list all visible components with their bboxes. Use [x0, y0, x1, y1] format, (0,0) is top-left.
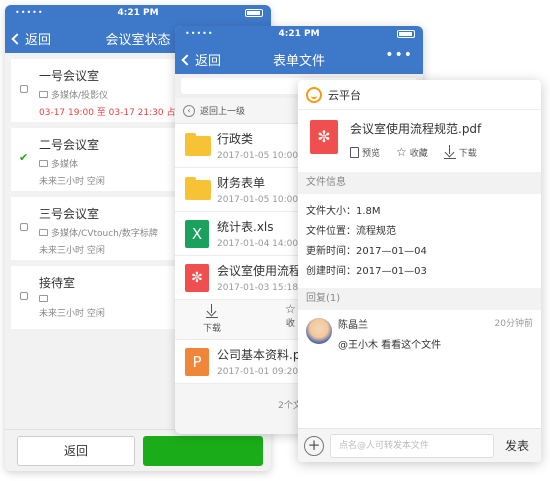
reply-item[interactable]: 陈晶兰 20分钟前 @王小木 看看这个文件	[298, 310, 541, 356]
status-bar: ••••• 4:21 PM	[5, 5, 271, 21]
tv-icon	[39, 160, 48, 167]
tv-icon	[39, 91, 48, 98]
comment-composer: + 点名@人可转发本文件 发表	[298, 428, 541, 462]
collect-label: 收藏	[409, 148, 428, 159]
folder-icon	[185, 133, 211, 156]
status-bar: ••••• 4:21 PM	[175, 26, 423, 42]
info-location: 文件位置：流程规范	[306, 226, 396, 237]
reply-time: 20分钟前	[494, 319, 533, 329]
excel-icon: X	[185, 220, 209, 248]
file-summary: ✼ 会议室使用流程规范.pdf 预览 ☆ 收藏 下载	[298, 110, 541, 168]
info-updated: 更新时间：2017—01—04	[306, 246, 427, 257]
file-info: 文件大小：1.8M 文件位置：流程规范 更新时间：2017—01—04 创建时间…	[298, 194, 541, 282]
comment-input[interactable]: 点名@人可转发本文件	[330, 434, 494, 458]
collect-button[interactable]: ☆ 收	[285, 302, 296, 329]
download-label: 下载	[203, 324, 222, 334]
send-button[interactable]: 发表	[505, 437, 529, 454]
platform-header: 云平台	[298, 80, 541, 110]
file-detail-card: 云平台 ✼ 会议室使用流程规范.pdf 预览 ☆ 收藏 下载 文件信息 文件大小：…	[298, 80, 541, 462]
up-level-label: 返回上一级	[200, 107, 246, 117]
battery-icon	[245, 9, 263, 17]
download-icon	[206, 304, 218, 318]
check-icon[interactable]: ✔	[19, 151, 28, 164]
folder-icon	[185, 177, 211, 200]
download-label: 下载	[458, 148, 477, 159]
star-icon: ☆	[285, 302, 296, 316]
cloud-icon	[306, 86, 322, 103]
status-time: 4:21 PM	[117, 8, 159, 18]
back-circle-icon: ‹	[183, 104, 195, 117]
reply-section-header: 回复(1)	[298, 288, 541, 310]
info-section-header: 文件信息	[298, 172, 541, 194]
equipment-label: 多媒体/CVtouch/数字标牌	[51, 229, 158, 239]
platform-name: 云平台	[328, 88, 361, 102]
document-icon	[350, 146, 359, 158]
collect-button[interactable]: ☆ 收藏	[396, 145, 428, 159]
download-button[interactable]: 下载	[203, 304, 221, 334]
download-icon	[443, 145, 456, 159]
bottom-bar: 返回	[5, 429, 271, 471]
status-time: 4:21 PM	[278, 29, 320, 39]
avatar	[306, 318, 332, 344]
equipment-label: 多媒体/投影仪	[51, 91, 109, 101]
collect-label: 收	[285, 319, 295, 329]
info-created: 创建时间：2017—01—03	[306, 266, 427, 277]
more-icon[interactable]: •••	[385, 47, 413, 63]
ppt-icon: P	[185, 348, 209, 376]
tv-icon	[39, 295, 48, 302]
info-size: 文件大小：1.8M	[306, 206, 381, 217]
file-action-bar: 预览 ☆ 收藏 下载	[350, 145, 541, 159]
plus-icon[interactable]: +	[304, 436, 324, 456]
download-button[interactable]: 下载	[443, 145, 477, 159]
tv-icon	[39, 229, 48, 236]
reply-message: @王小木 看看这个文件	[338, 340, 442, 351]
checkbox[interactable]	[20, 223, 28, 231]
pdf-icon: ✼	[185, 264, 209, 292]
equipment-label: 多媒体	[51, 160, 79, 170]
nav-bar: 返回 表单文件 •••	[175, 42, 423, 74]
confirm-button[interactable]	[143, 436, 263, 466]
battery-icon	[397, 30, 415, 38]
pdf-icon: ✼	[310, 120, 338, 154]
return-button[interactable]: 返回	[17, 436, 135, 466]
star-icon: ☆	[396, 144, 407, 159]
file-title: 会议室使用流程规范.pdf	[350, 122, 482, 136]
checkbox[interactable]	[20, 85, 28, 93]
preview-button[interactable]: 预览	[350, 145, 380, 159]
checkbox[interactable]	[20, 292, 28, 300]
preview-label: 预览	[362, 148, 381, 159]
